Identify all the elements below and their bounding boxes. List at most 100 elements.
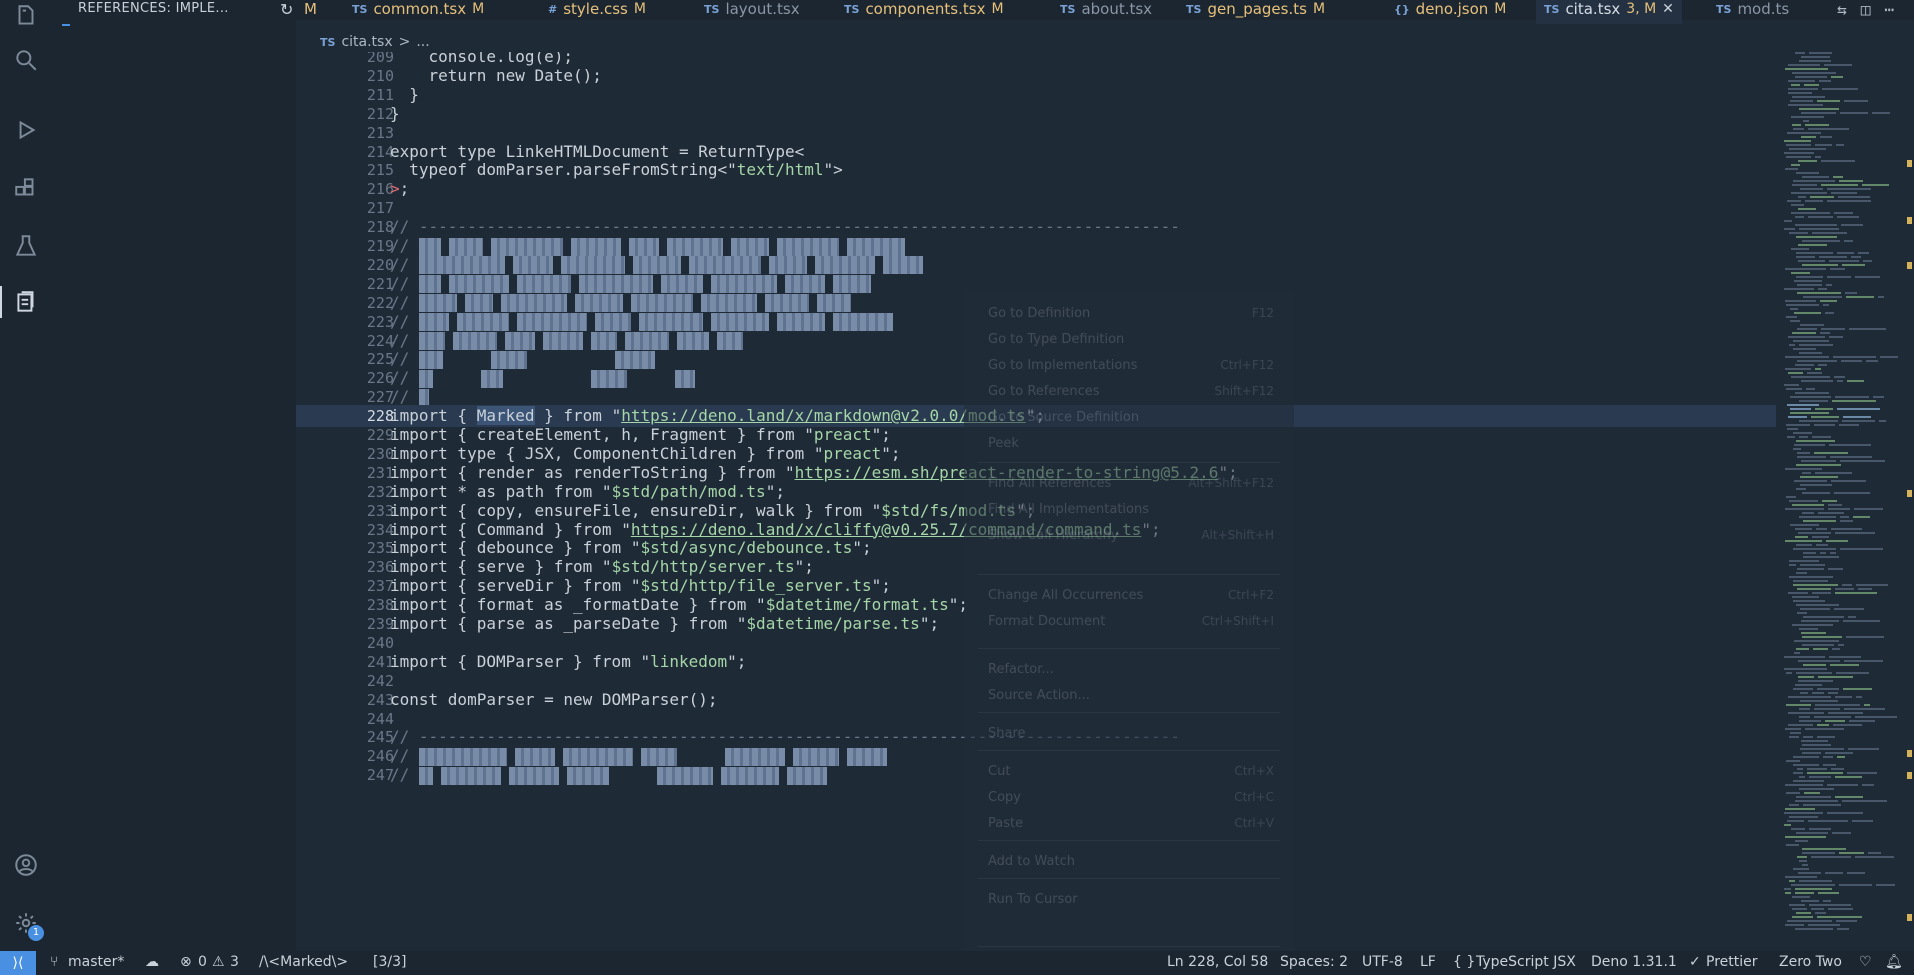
breadcrumb-file[interactable]: cita.tsx [341,34,392,50]
activity-bar: 1 [0,0,54,951]
extensions-icon[interactable] [10,172,42,204]
minimap-line [1828,692,1838,694]
minimap-line [1803,296,1842,298]
cursor-position[interactable]: Ln 228, Col 58 [1167,954,1268,970]
tab-layout-tsx[interactable]: TS layout.tsx [696,0,808,24]
menu-item[interactable]: Go to Implementations [988,358,1137,373]
menu-item[interactable]: Copy [988,790,1021,805]
minimap-line [1838,196,1870,198]
minimap-line [1789,560,1819,562]
menu-item[interactable]: Show Call Hierarchy [988,528,1118,543]
split-editor-icon[interactable]: ◫ [1861,0,1871,19]
tab-deno-json[interactable]: {} deno.json M [1386,0,1514,24]
minimap-line [1786,388,1802,390]
ascii-art-block [490,350,527,369]
menu-item[interactable]: Go to Source Definition [988,410,1139,425]
error-count[interactable]: 0 [198,954,207,970]
settings-gear-icon[interactable]: 1 [10,907,44,941]
error-icon[interactable]: ⊗ [180,954,192,970]
menu-item[interactable]: Peek [988,436,1019,451]
menu-separator [978,712,1280,713]
explorer-icon[interactable] [10,0,42,32]
minimap-line [1796,544,1812,546]
encoding[interactable]: UTF-8 [1362,954,1403,970]
tab-components-tsx[interactable]: TS components.tsx M [836,0,1012,24]
menu-shortcut: Alt+Shift+H [1201,528,1274,542]
breadcrumb-more[interactable]: ... [416,34,429,50]
menu-item[interactable]: Go to References [988,384,1100,399]
menu-item[interactable]: Share [988,726,1026,741]
tab-gen-pages-ts[interactable]: TS gen_pages.ts M [1178,0,1333,24]
minimap-line [1801,900,1819,902]
close-tab-icon[interactable]: ✕ [1662,0,1674,18]
tab-label: layout.tsx [725,0,800,18]
tab-mod-ts[interactable]: TS mod.ts [1708,0,1797,24]
language-mode[interactable]: TypeScript JSX [1476,954,1576,970]
tab-style-css[interactable]: # style.css M [540,0,654,24]
menu-shortcut: Ctrl+Shift+I [1201,614,1274,628]
minimap-line [1828,712,1863,714]
minimap-line [1793,580,1828,582]
menu-item[interactable]: Find All Implementations [988,502,1149,517]
line-ending[interactable]: LF [1420,954,1436,970]
menu-item[interactable]: Run To Cursor [988,892,1078,907]
ascii-art-block [448,237,483,256]
minimap-line [1818,676,1853,678]
formatter[interactable]: Prettier [1706,954,1758,970]
tab-label: components.tsx [865,0,986,18]
menu-item[interactable]: Cut [988,764,1010,779]
menu-item[interactable]: Go to Type Definition [988,332,1124,347]
tab-common-tsx[interactable]: TS common.tsx M [344,0,492,24]
minimap-line [1788,104,1823,106]
sync-icon[interactable]: ☁ [145,954,159,970]
indentation[interactable]: Spaces: 2 [1280,954,1348,970]
menu-item[interactable]: Go to Definition [988,306,1090,321]
ascii-art-block [784,275,825,294]
tab-cita-tsx[interactable]: TS cita.tsx 3, M ✕ [1536,0,1682,24]
menu-item[interactable]: Source Action... [988,688,1090,703]
warning-icon[interactable]: ⚠ [212,954,225,970]
minimap-line [1802,644,1834,646]
warning-count[interactable]: 3 [230,954,239,970]
tab-m[interactable]: M [296,0,325,24]
menu-item[interactable]: Find All References [988,476,1111,491]
ascii-art-block [418,369,433,388]
tab-about-tsx[interactable]: TS about.tsx [1052,0,1160,24]
heart-icon[interactable]: ♡ [1859,954,1872,970]
references-icon[interactable] [0,286,42,318]
menu-item[interactable]: Change All Occurrences [988,588,1143,603]
minimap-line [1790,396,1831,398]
minimap-line [1818,364,1827,366]
minimap-line [1812,592,1831,594]
minimap-line [1851,256,1861,258]
notifications-bell-icon[interactable]: 🔔︎ [1885,954,1903,970]
testing-icon[interactable] [10,230,42,262]
overview-ruler[interactable] [1906,52,1912,951]
minimap-line [1808,128,1849,130]
branch-name[interactable]: master* [68,954,124,970]
runtime-version[interactable]: Deno 1.31.1 [1591,954,1677,970]
account-icon[interactable] [10,849,42,881]
ascii-art-block [764,294,809,313]
ascii-art-block [440,766,501,785]
minimap[interactable] [1780,52,1900,951]
ascii-art-block [418,350,443,369]
compare-icon[interactable]: ⇆ [1837,0,1847,19]
search-icon[interactable] [10,44,42,76]
minimap-line [1788,80,1815,82]
minimap-line [1814,716,1851,718]
minimap-line [1785,876,1817,878]
color-theme[interactable]: Zero Two [1779,954,1842,970]
remote-indicator-icon[interactable]: ⟩⟨ [0,951,36,975]
minimap-line [1837,928,1849,930]
run-debug-icon[interactable] [10,114,42,146]
minimap-line [1836,144,1844,146]
refresh-icon[interactable]: ↻ [280,0,293,19]
menu-item[interactable]: Format Document [988,614,1105,629]
menu-item[interactable]: Paste [988,816,1023,831]
menu-item[interactable]: Refactor... [988,662,1054,677]
menu-item[interactable]: Add to Watch [988,854,1075,869]
minimap-line [1823,900,1831,902]
minimap-line [1796,236,1837,238]
more-actions-icon[interactable]: ⋯ [1884,0,1894,19]
